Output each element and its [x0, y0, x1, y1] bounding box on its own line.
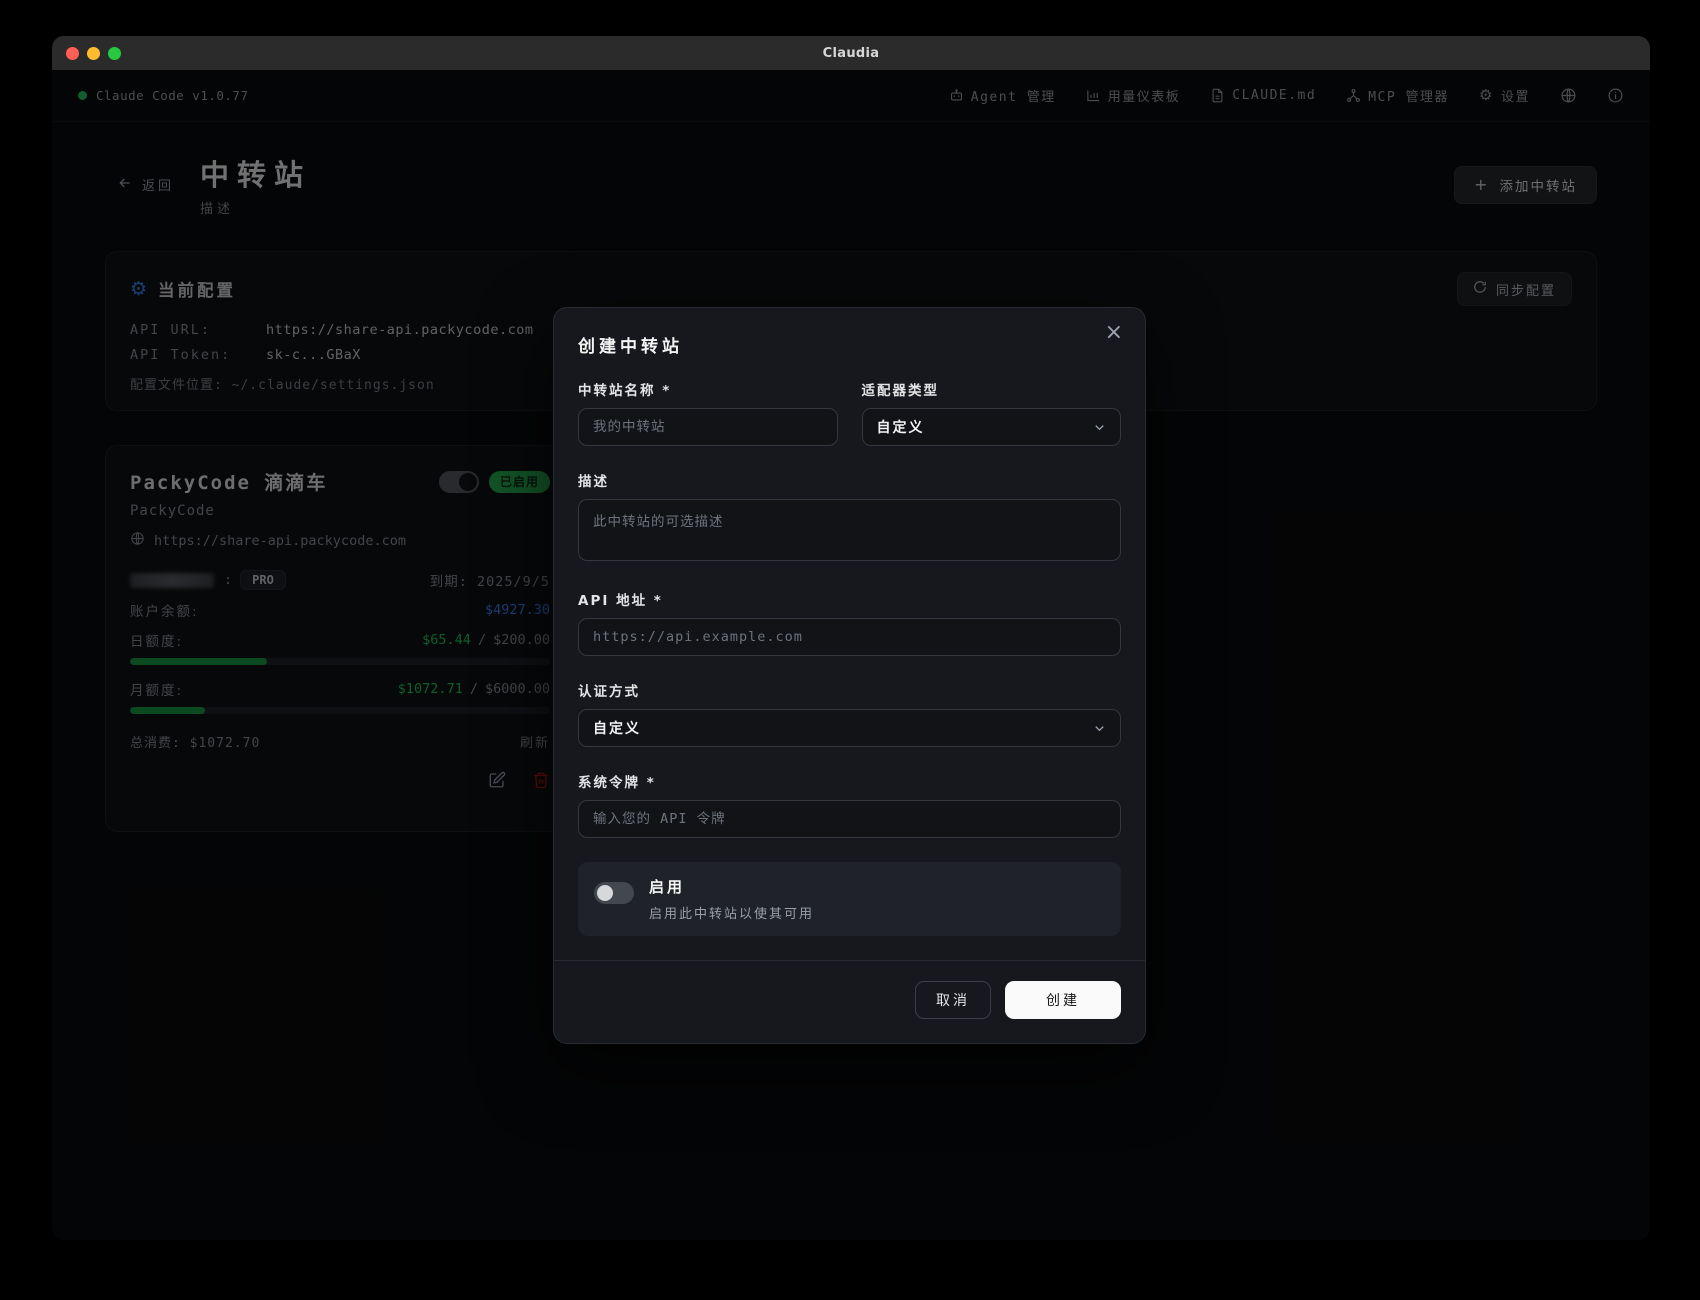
station-name-label: 中转站名称 * [578, 383, 672, 399]
app-window: Claudia Claude Code v1.0.77 Agent 管理 [52, 36, 1650, 1240]
titlebar: Claudia [52, 36, 1650, 70]
enable-text: 启用 启用此中转站以使其可用 [649, 876, 814, 922]
adapter-type-value: 自定义 [876, 420, 925, 436]
enable-title: 启用 [649, 878, 686, 896]
station-name-group: 中转站名称 * [578, 379, 838, 446]
adapter-type-select[interactable]: 自定义 [861, 408, 1121, 446]
adapter-type-label: 适配器类型 [861, 383, 939, 399]
description-group: 描述 [578, 470, 1121, 565]
chevron-down-icon [1092, 420, 1107, 435]
name-adapter-row: 中转站名称 * 适配器类型 自定义 [578, 379, 1121, 446]
auth-method-label: 认证方式 [578, 684, 640, 700]
api-url-label: API 地址 * [578, 593, 663, 609]
chevron-down-icon [1092, 721, 1107, 736]
toggle-knob [597, 885, 613, 901]
create-button[interactable]: 创建 [1005, 981, 1121, 1019]
enable-section: 启用 启用此中转站以使其可用 [578, 862, 1121, 936]
system-token-input[interactable] [578, 800, 1121, 838]
auth-method-group: 认证方式 自定义 [578, 680, 1121, 747]
create-relay-station-modal: 创建中转站 × 中转站名称 * 适配器类型 自定义 [553, 307, 1146, 1044]
cancel-button[interactable]: 取消 [915, 981, 991, 1019]
window-title: Claudia [822, 45, 880, 61]
system-token-group: 系统令牌 * [578, 771, 1121, 838]
modal-footer: 取消 创建 [578, 981, 1121, 1019]
description-textarea[interactable] [578, 499, 1121, 561]
modal-title: 创建中转站 [578, 337, 683, 357]
close-window-button[interactable] [66, 46, 79, 60]
close-icon[interactable]: × [1105, 322, 1123, 344]
maximize-window-button[interactable] [108, 46, 121, 60]
description-label: 描述 [578, 474, 609, 490]
station-name-input[interactable] [578, 408, 838, 446]
enable-description: 启用此中转站以使其可用 [649, 907, 815, 922]
modal-divider [554, 960, 1145, 961]
traffic-lights [66, 36, 121, 70]
minimize-window-button[interactable] [87, 46, 100, 60]
adapter-type-group: 适配器类型 自定义 [861, 379, 1121, 446]
auth-method-select[interactable]: 自定义 [578, 709, 1121, 747]
api-url-group: API 地址 * [578, 589, 1121, 656]
auth-method-value: 自定义 [593, 721, 641, 737]
enable-toggle[interactable] [594, 882, 634, 904]
api-url-input[interactable] [578, 618, 1121, 656]
system-token-label: 系统令牌 * [578, 775, 656, 791]
